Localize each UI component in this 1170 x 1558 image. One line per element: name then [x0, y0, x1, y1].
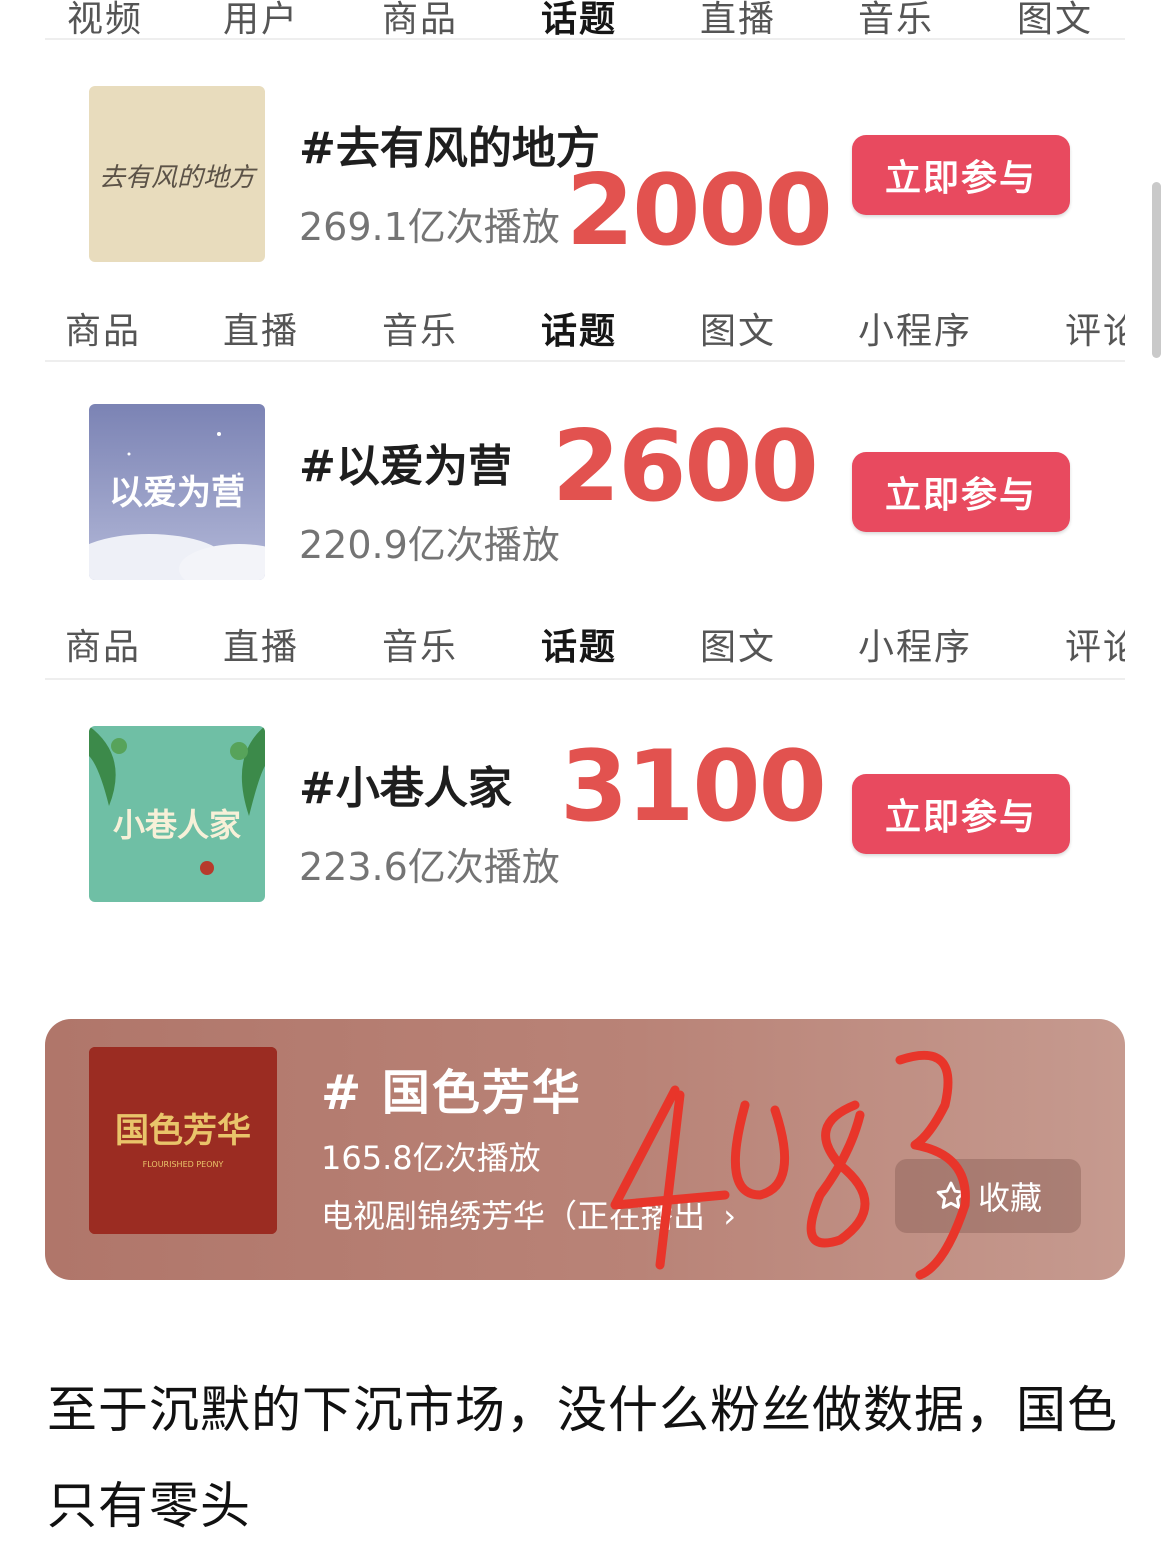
tab-live[interactable]: 直播	[223, 302, 299, 354]
topic-play-count: 269.1亿次播放	[299, 205, 560, 249]
cover-title-text: 以爱为营	[109, 473, 245, 513]
topic-title: #小巷人家	[299, 763, 512, 814]
tab-topics[interactable]: 话题	[541, 302, 617, 354]
cover-subtitle-text: FLOURISHED PEONY	[143, 1160, 224, 1169]
tab-image-text[interactable]: 图文	[700, 618, 776, 670]
tab-mini-program[interactable]: 小程序	[858, 618, 972, 670]
tab-strip: 商品 直播 音乐 话题 图文 小程序 评论	[45, 300, 1125, 362]
topic-title: #去有风的地方	[299, 123, 600, 174]
annotation-number: 3100	[560, 730, 827, 844]
tab-topics[interactable]: 话题	[541, 618, 617, 670]
tab-music[interactable]: 音乐	[382, 618, 458, 670]
tab-live[interactable]: 直播	[223, 618, 299, 670]
join-topic-button[interactable]: 立即参与	[852, 452, 1070, 532]
topic-cover-image: 小巷人家	[89, 726, 265, 902]
cover-title-text: 小巷人家	[113, 806, 241, 844]
topic-cover-image: 去有风的地方	[89, 86, 265, 262]
handwritten-annotation: 4083	[600, 1035, 970, 1280]
featured-cover-image: 国色芳华 FLOURISHED PEONY	[89, 1047, 277, 1234]
join-topic-button[interactable]: 立即参与	[852, 774, 1070, 854]
topic-cover-image: 以爱为营	[89, 404, 265, 580]
cover-title-text: 去有风的地方	[99, 163, 258, 193]
join-topic-button[interactable]: 立即参与	[852, 135, 1070, 215]
handwriting-value: 4083	[600, 1035, 603, 1036]
topic-play-count: 220.9亿次播放	[299, 523, 560, 567]
topic-title: #以爱为营	[299, 441, 512, 492]
tab-image-text[interactable]: 图文	[1017, 0, 1093, 38]
featured-topic-title: # 国色芳华	[321, 1065, 582, 1121]
tab-mini-program[interactable]: 小程序	[858, 302, 972, 354]
cover-title-text: 国色芳华	[115, 1111, 251, 1151]
tab-comments[interactable]: 评论	[1065, 302, 1125, 354]
tab-products[interactable]: 商品	[382, 0, 458, 38]
tab-products[interactable]: 商品	[65, 302, 141, 354]
tab-strip: 视频 用户 商品 话题 直播 音乐 图文	[45, 0, 1125, 40]
tab-users[interactable]: 用户	[223, 0, 299, 38]
tab-music[interactable]: 音乐	[382, 302, 458, 354]
tab-comments[interactable]: 评论	[1065, 618, 1125, 670]
topic-play-count: 223.6亿次播放	[299, 845, 560, 889]
tab-topics[interactable]: 话题	[541, 0, 617, 38]
tab-products[interactable]: 商品	[65, 618, 141, 670]
article-caption: 至于沉默的下沉市场，没什么粉丝做数据，国色只有零头	[47, 1381, 1118, 1535]
scrollbar[interactable]	[1152, 182, 1161, 358]
annotation-number: 2000	[566, 154, 833, 268]
tab-music[interactable]: 音乐	[858, 0, 934, 38]
tab-strip: 商品 直播 音乐 话题 图文 小程序 评论	[45, 618, 1125, 680]
tab-image-text[interactable]: 图文	[700, 302, 776, 354]
tab-live[interactable]: 直播	[700, 0, 776, 38]
featured-play-count: 165.8亿次播放	[321, 1139, 541, 1177]
tab-video[interactable]: 视频	[67, 0, 143, 38]
annotation-number: 2600	[552, 410, 819, 524]
